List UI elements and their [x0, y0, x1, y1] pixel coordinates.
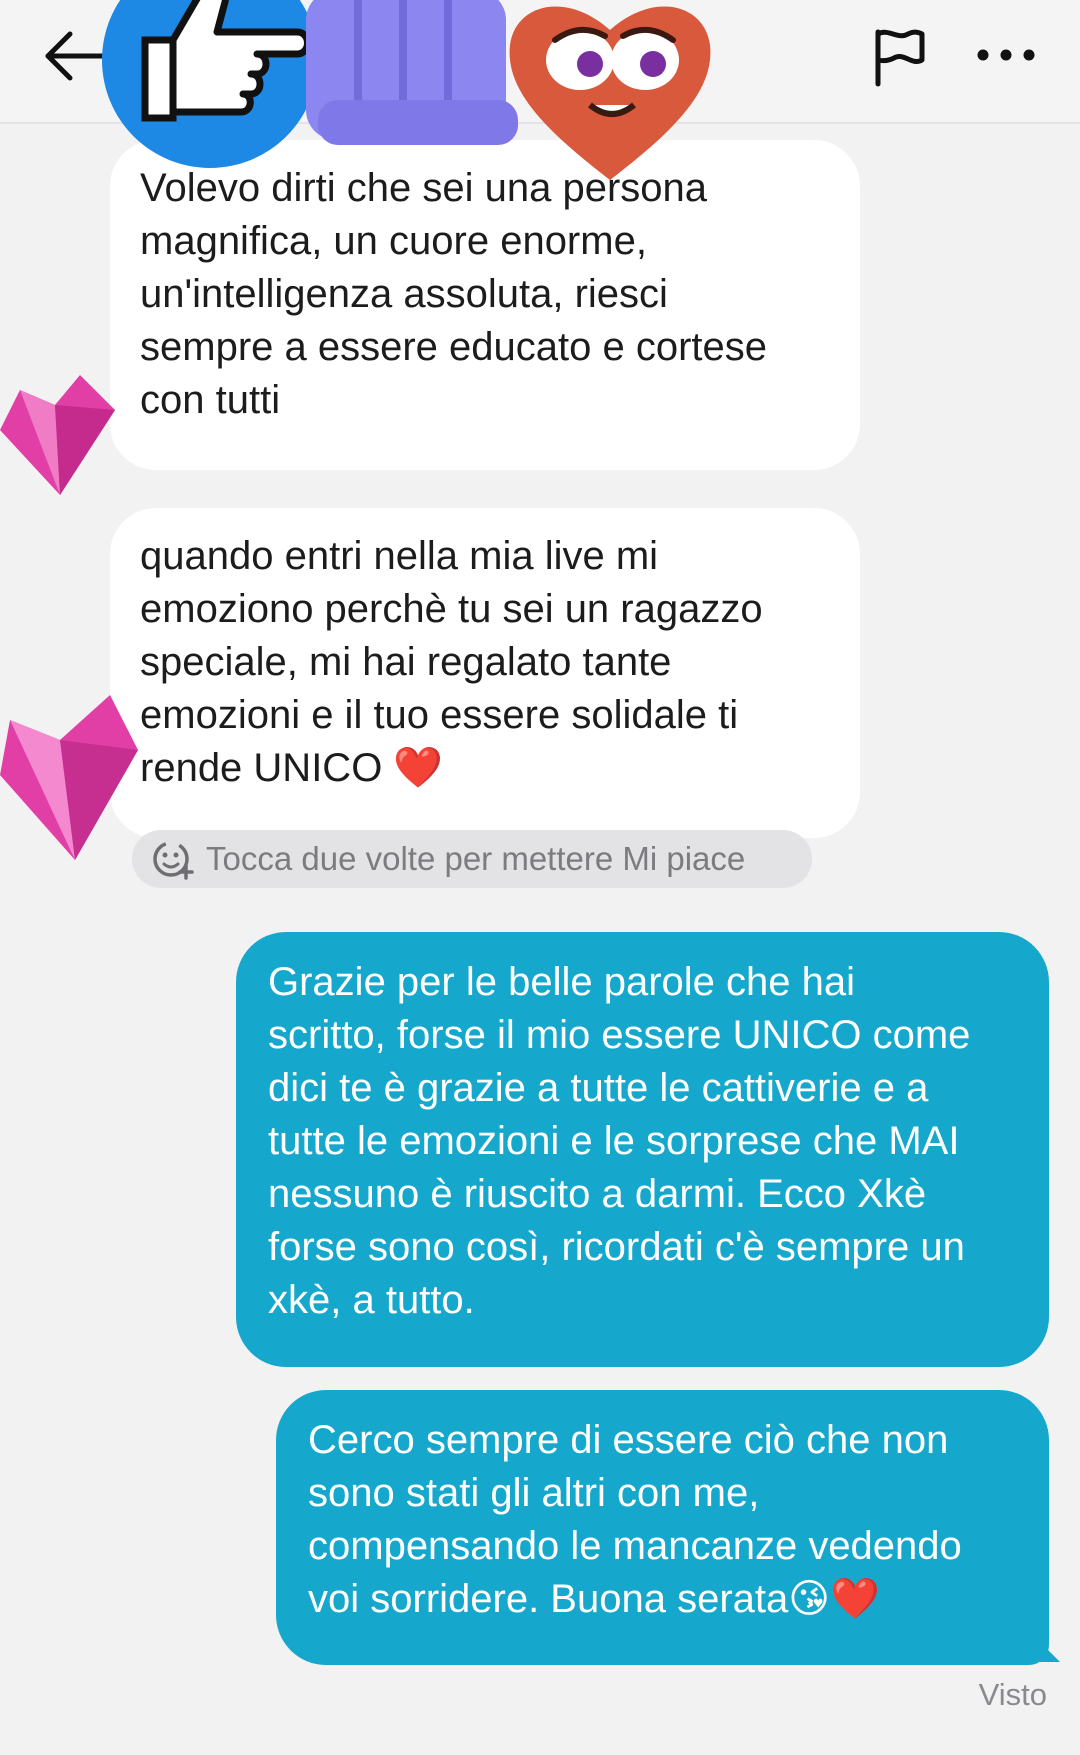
thumbs-up-pointing-icon — [102, 0, 318, 168]
double-tap-like-hint[interactable]: Tocca due volte per mettere Mi piace — [132, 830, 812, 888]
seen-status: Visto — [978, 1677, 1047, 1712]
bubble-tail — [1040, 1642, 1060, 1662]
more-options-button[interactable] — [975, 30, 1037, 80]
add-reaction-icon — [153, 841, 194, 880]
pink-gem-heart-icon — [0, 695, 138, 860]
pink-gem-heart-icon — [0, 375, 115, 495]
incoming-message[interactable]: Volevo dirti che sei una persona magnifi… — [110, 140, 860, 470]
more-horizontal-icon — [977, 49, 1035, 61]
fist-bump-icon — [306, 0, 518, 145]
flag-icon — [875, 29, 925, 87]
report-button[interactable] — [868, 26, 930, 88]
heart-face-icon — [509, 6, 711, 180]
like-hint-text: Tocca due volte per mettere Mi piace — [206, 840, 746, 877]
outgoing-message[interactable]: Grazie per le belle parole che hai scrit… — [236, 932, 1049, 1367]
outgoing-message[interactable]: Cerco sempre di essere ciò che non sono … — [276, 1390, 1049, 1665]
incoming-message[interactable]: quando entri nella mia live mi emoziono … — [110, 508, 860, 838]
